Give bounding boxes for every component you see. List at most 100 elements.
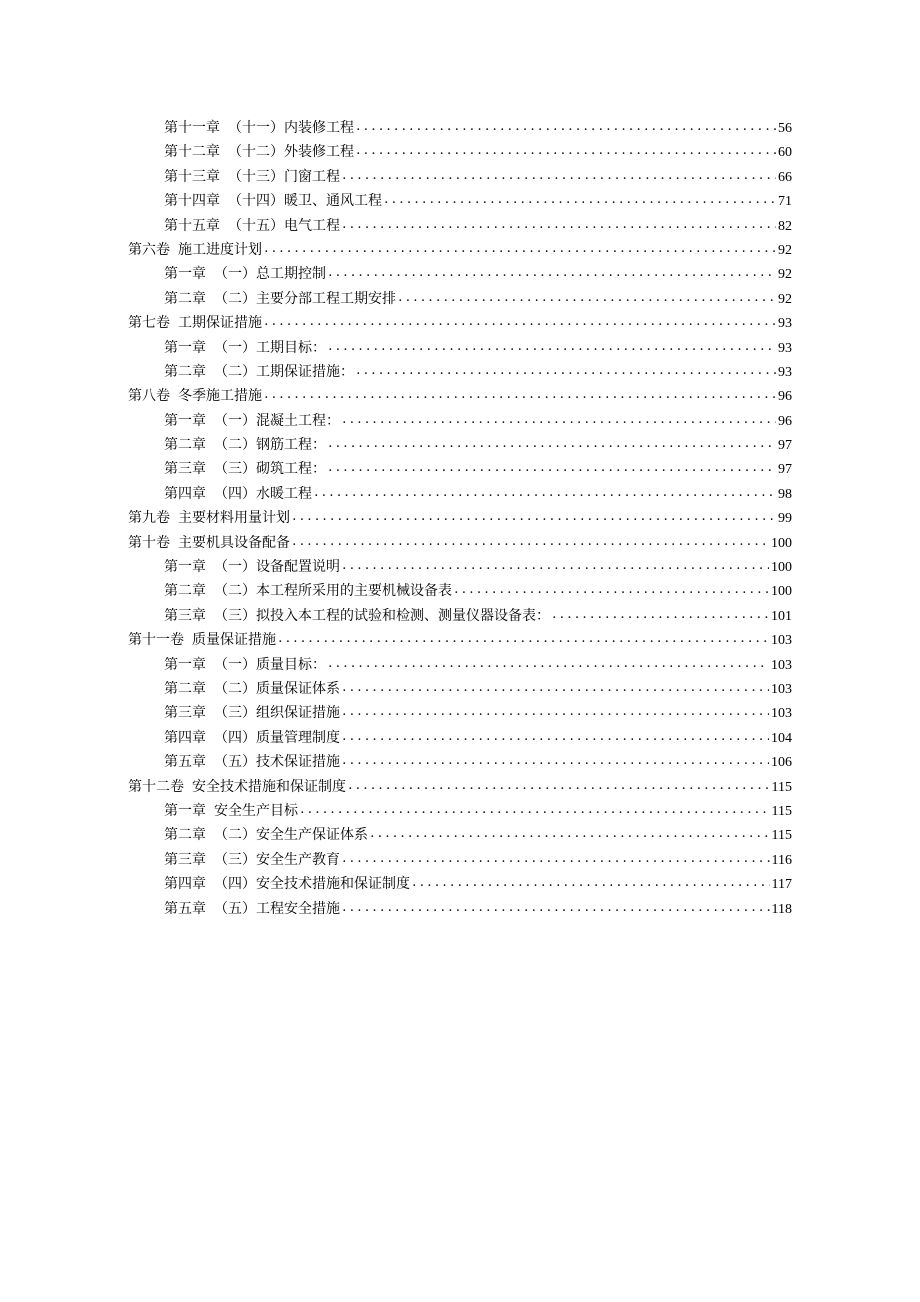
toc-entry-title: （二）钢筋工程： (214, 437, 326, 451)
toc-entry-title: （二）主要分部工程工期安排 (214, 291, 396, 305)
toc-entry-label: 第二章 (164, 364, 206, 378)
toc-entry-label: 第四章 (164, 730, 206, 744)
toc-entry-title: （一）质量目标： (214, 657, 326, 671)
toc-entry-page: 96 (778, 415, 792, 429)
toc-volume-row: 第七卷工期保证措施93 (128, 313, 792, 337)
toc-volume-row: 第十二卷安全技术措施和保证制度115 (128, 777, 792, 801)
toc-chapter-row: 第十一章（十一）内装修工程56 (128, 118, 792, 142)
toc-leader-dots (454, 581, 769, 595)
toc-entry-page: 115 (772, 781, 792, 795)
toc-leader-dots (278, 630, 769, 644)
toc-entry-page: 100 (771, 561, 792, 575)
toc-entry-title: （一）设备配置说明 (214, 559, 340, 573)
toc-entry-page: 92 (778, 293, 792, 307)
toc-entry-label: 第九卷 (128, 510, 170, 524)
toc-entry-page: 103 (771, 634, 792, 648)
toc-entry-page: 99 (778, 512, 792, 526)
toc-entry-title: （四）水暖工程 (214, 486, 312, 500)
toc-entry-label: 第二章 (164, 583, 206, 597)
toc-leader-dots (342, 557, 769, 571)
toc-chapter-row: 第五章（五）工程安全措施118 (128, 899, 792, 923)
toc-chapter-row: 第十四章（十四）暖卫、通风工程71 (128, 191, 792, 215)
toc-entry-page: 60 (778, 146, 792, 160)
toc-entry-label: 第三章 (164, 852, 206, 866)
toc-entry-title: 质量保证措施 (192, 632, 276, 646)
toc-entry-page: 97 (778, 439, 792, 453)
toc-chapter-row: 第二章（二）本工程所采用的主要机械设备表100 (128, 581, 792, 605)
toc-chapter-row: 第一章（一）质量目标：103 (128, 655, 792, 679)
toc-entry-title: 施工进度计划 (178, 242, 262, 256)
toc-entry-page: 104 (771, 732, 792, 746)
toc-entry-title: 主要机具设备配备 (178, 535, 290, 549)
toc-entry-page: 82 (778, 220, 792, 234)
toc-leader-dots (328, 655, 769, 669)
toc-volume-row: 第十卷主要机具设备配备100 (128, 533, 792, 557)
toc-entry-title: （二）质量保证体系 (214, 681, 340, 695)
toc-leader-dots (342, 216, 776, 230)
toc-chapter-row: 第三章（三）安全生产教育116 (128, 850, 792, 874)
toc-entry-label: 第六卷 (128, 242, 170, 256)
toc-chapter-row: 第一章安全生产目标115 (128, 801, 792, 825)
toc-leader-dots (264, 386, 776, 400)
toc-leader-dots (292, 508, 776, 522)
toc-chapter-row: 第十二章（十二）外装修工程60 (128, 142, 792, 166)
toc-leader-dots (328, 435, 776, 449)
toc-chapter-row: 第三章（三）组织保证措施103 (128, 703, 792, 727)
toc-entry-page: 93 (778, 366, 792, 380)
toc-chapter-row: 第四章 （四）水暖工程 98 (128, 484, 792, 508)
toc-leader-dots (342, 752, 769, 766)
toc-leader-dots (328, 264, 776, 278)
toc-entry-label: 第十二章 (164, 144, 220, 158)
toc-entry-page: 117 (772, 878, 792, 892)
toc-entry-title: 安全技术措施和保证制度 (192, 779, 346, 793)
toc-entry-label: 第一章 (164, 803, 206, 817)
toc-entry-page: 93 (778, 317, 792, 331)
toc-entry-title: （十四）暖卫、通风工程 (228, 193, 382, 207)
toc-chapter-row: 第二章（二）质量保证体系103 (128, 679, 792, 703)
toc-chapter-row: 第一章（一）混凝土工程：96 (128, 411, 792, 435)
toc-chapter-row: 第二章（二）钢筋工程：97 (128, 435, 792, 459)
toc-entry-label: 第一章 (164, 413, 206, 427)
toc-leader-dots (348, 777, 770, 791)
toc-entry-title: （十五）电气工程 (228, 218, 340, 232)
toc-entry-page: 71 (778, 195, 792, 209)
toc-entry-label: 第十一卷 (128, 632, 184, 646)
toc-entry-page: 66 (778, 171, 792, 185)
toc-entry-title: （三）组织保证措施 (214, 705, 340, 719)
toc-entry-title: （五）技术保证措施 (214, 754, 340, 768)
toc-leader-dots (398, 289, 776, 303)
toc-entry-title: （二）本工程所采用的主要机械设备表 (214, 583, 452, 597)
toc-entry-page: 98 (778, 488, 792, 502)
toc-chapter-row: 第一章（一）工期目标：93 (128, 338, 792, 362)
toc-leader-dots (412, 874, 770, 888)
toc-entry-page: 101 (771, 610, 792, 624)
toc-entry-label: 第八卷 (128, 388, 170, 402)
toc-volume-row: 第六卷施工进度计划 92 (128, 240, 792, 264)
toc-entry-page: 97 (778, 463, 792, 477)
document-page: 第十一章（十一）内装修工程56第十二章（十二）外装修工程60第十三章（十三）门窗… (0, 0, 920, 1302)
toc-chapter-row: 第十五章（十五）电气工程82 (128, 216, 792, 240)
toc-entry-label: 第三章 (164, 608, 206, 622)
toc-entry-label: 第二章 (164, 291, 206, 305)
toc-leader-dots (342, 411, 776, 425)
toc-entry-page: 92 (778, 268, 792, 282)
toc-entry-page: 103 (771, 707, 792, 721)
toc-entry-label: 第四章 (164, 486, 206, 500)
toc-entry-label: 第五章 (164, 901, 206, 915)
toc-entry-page: 116 (772, 854, 792, 868)
toc-entry-label: 第一章 (164, 559, 206, 573)
toc-leader-dots (356, 118, 776, 132)
toc-entry-page: 100 (771, 537, 792, 551)
toc-entry-title: （二）工期保证措施： (214, 364, 354, 378)
toc-entry-page: 115 (772, 805, 792, 819)
toc-volume-row: 第八卷冬季施工措施96 (128, 386, 792, 410)
toc-entry-label: 第十一章 (164, 120, 220, 134)
toc-entry-title: （四）安全技术措施和保证制度 (214, 876, 410, 890)
toc-chapter-row: 第二章 （二）工期保证措施： 93 (128, 362, 792, 386)
toc-leader-dots (342, 728, 769, 742)
toc-entry-page: 92 (778, 244, 792, 258)
toc-chapter-row: 第一章（一）总工期控制92 (128, 264, 792, 288)
toc-leader-dots (264, 313, 776, 327)
toc-entry-page: 115 (772, 829, 792, 843)
toc-chapter-row: 第一章 （一）设备配置说明 100 (128, 557, 792, 581)
